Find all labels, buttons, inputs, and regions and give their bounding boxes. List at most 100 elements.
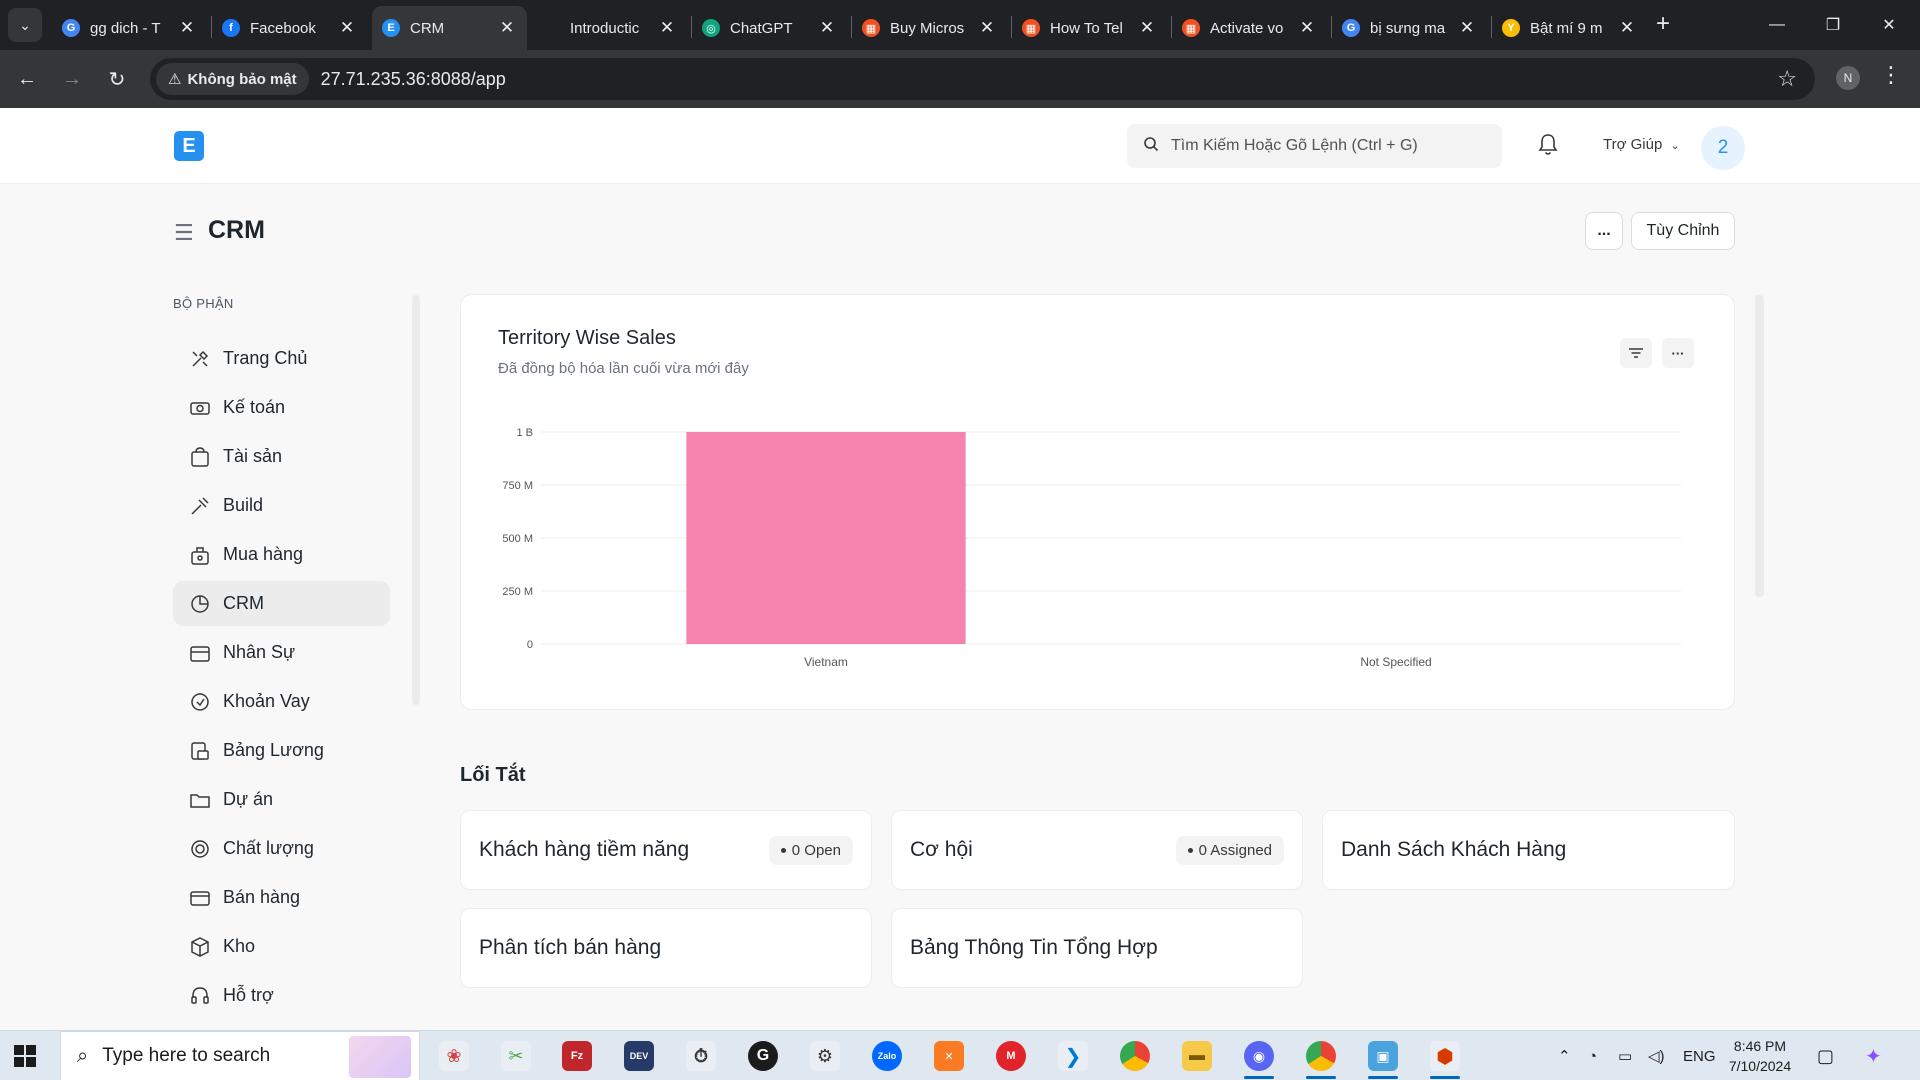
wifi-icon[interactable]: ◔ <box>1588 1031 1597 1080</box>
sidebar-item-bảng-lương[interactable]: Bảng Lương <box>173 728 390 773</box>
language-indicator[interactable]: ENG <box>1683 1031 1716 1080</box>
browser-tab[interactable]: Introductic ✕ <box>532 6 687 50</box>
office-icon[interactable]: ⬢ <box>1430 1041 1460 1079</box>
security-chip[interactable]: ⚠ Không bảo mật <box>156 63 309 95</box>
sidebar: Trang Chủ Kế toán Tài sản Build Mua hàng CRM N… <box>173 336 390 1022</box>
sidebar-item-build[interactable]: Build <box>173 483 390 528</box>
shortcut-card[interactable]: Phân tích bán hàng <box>460 908 872 988</box>
more-actions-button[interactable]: ... <box>1585 212 1623 250</box>
help-dropdown[interactable]: Trợ Giúp ⌄ <box>1603 136 1680 153</box>
shortcut-card[interactable]: Danh Sách Khách Hàng <box>1322 810 1735 890</box>
battery-icon[interactable]: ▭ <box>1618 1031 1632 1080</box>
chrome-profile-icon[interactable] <box>1306 1041 1336 1079</box>
address-bar[interactable]: ⚠ Không bảo mật 27.71.235.36:8088/app ☆ <box>150 58 1815 100</box>
bookmark-star-icon[interactable]: ☆ <box>1777 66 1797 92</box>
page-scrollbar[interactable] <box>1755 295 1764 597</box>
url-text[interactable]: 27.71.235.36:8088/app <box>321 69 506 90</box>
tab-close-icon[interactable]: ✕ <box>817 18 837 38</box>
shortcut-card[interactable]: Bảng Thông Tin Tổng Hợp <box>891 908 1303 988</box>
tab-close-icon[interactable]: ✕ <box>1617 18 1637 38</box>
show-hidden-icons[interactable]: ⌃ <box>1558 1031 1571 1080</box>
awesomebar-search-input[interactable]: Tìm Kiếm Hoặc Gõ Lệnh (Ctrl + G) <box>1127 124 1502 168</box>
sidebar-item-nhân-sự[interactable]: Nhân Sự <box>173 630 390 675</box>
sidebar-item-dự-án[interactable]: Dự án <box>173 777 390 822</box>
clock-app-icon[interactable]: ⏱ <box>686 1041 716 1071</box>
tab-close-icon[interactable]: ✕ <box>1297 18 1317 38</box>
tab-close-icon[interactable]: ✕ <box>177 18 197 38</box>
snipping-tool-icon[interactable]: ✂ <box>501 1041 531 1071</box>
tab-title: Introductic <box>570 19 640 37</box>
paint-app-icon[interactable]: ❀ <box>439 1041 469 1071</box>
clock-date: 7/10/2024 <box>1728 1058 1792 1074</box>
sidebar-item-khoản-vay[interactable]: Khoản Vay <box>173 679 390 724</box>
devcpp-icon[interactable]: DEV <box>624 1041 654 1071</box>
vscode-icon[interactable]: ❯ <box>1058 1041 1088 1071</box>
browser-tab[interactable]: f Facebook ✕ <box>212 6 367 50</box>
sidebar-item-kho[interactable]: Kho <box>173 924 390 969</box>
shortcut-card[interactable]: Khách hàng tiềm năng 0 Open <box>460 810 872 890</box>
id-card-icon <box>189 642 211 664</box>
minimize-icon[interactable]: — <box>1749 0 1805 50</box>
chart-bar <box>686 432 966 644</box>
taskbar-clock[interactable]: 8:46 PM 7/10/2024 <box>1720 1036 1800 1076</box>
x-tick-label: Not Specified <box>1360 655 1431 669</box>
xampp-icon[interactable]: ✕ <box>934 1041 964 1071</box>
tab-close-icon[interactable]: ✕ <box>657 18 677 38</box>
tab-separator <box>1491 16 1492 38</box>
sidebar-item-tài-sản[interactable]: Tài sản <box>173 434 390 479</box>
browser-tab[interactable]: Gbị sưng ma ✕ <box>1332 6 1487 50</box>
sidebar-item-hỗ-trợ[interactable]: Hỗ trợ <box>173 973 390 1018</box>
restore-icon[interactable]: ❐ <box>1805 0 1861 50</box>
sidebar-toggle-icon[interactable]: ☰ <box>174 220 194 246</box>
tab-search-button[interactable]: ⌄ <box>8 8 42 42</box>
taskbar-search-input[interactable]: ⌕ Type here to search <box>60 1031 420 1080</box>
browser-tab[interactable]: ▦ Buy Micros ✕ <box>852 6 1007 50</box>
tab-close-icon[interactable]: ✕ <box>977 18 997 38</box>
tab-close-icon[interactable]: ✕ <box>1137 18 1157 38</box>
volume-icon[interactable]: ◁) <box>1648 1031 1665 1080</box>
close-window-icon[interactable]: ✕ <box>1861 0 1917 50</box>
card-icon <box>189 887 211 909</box>
customize-button[interactable]: Tùy Chỉnh <box>1631 212 1735 250</box>
sidebar-item-crm[interactable]: CRM <box>173 581 390 626</box>
remote-desktop-icon[interactable]: ▣ <box>1368 1041 1398 1079</box>
app-logo[interactable]: E <box>174 131 204 161</box>
badge-dot-icon <box>780 847 786 853</box>
sidebar-item-trang-chủ[interactable]: Trang Chủ <box>173 336 390 381</box>
y-tick-label: 500 M <box>502 533 533 545</box>
profile-avatar[interactable]: N <box>1836 66 1860 90</box>
sidebar-scrollbar[interactable] <box>412 295 420 705</box>
browser-tab[interactable]: Y Bật mí 9 m ✕ <box>1492 6 1647 50</box>
tab-close-icon[interactable]: ✕ <box>1457 18 1477 38</box>
filezilla-icon[interactable]: Fz <box>562 1041 592 1071</box>
new-tab-button[interactable]: + <box>1649 10 1677 38</box>
browser-tab[interactable]: ▦ How To Tel ✕ <box>1012 6 1167 50</box>
windows-start-icon[interactable] <box>14 1045 36 1067</box>
tab-close-icon[interactable]: ✕ <box>497 18 517 38</box>
notification-bell-icon[interactable] <box>1537 133 1559 163</box>
notification-center-icon[interactable]: ▢ <box>1817 1031 1834 1080</box>
browser-tab[interactable]: ▦ Activate vo ✕ <box>1172 6 1327 50</box>
user-avatar[interactable]: 2 <box>1701 126 1745 170</box>
sidebar-item-bán-hàng[interactable]: Bán hàng <box>173 875 390 920</box>
mcafee-icon[interactable]: M <box>996 1041 1026 1071</box>
back-button[interactable]: ← <box>10 62 44 96</box>
grammarly-icon[interactable]: G <box>748 1041 778 1071</box>
copilot-icon[interactable]: ✦ <box>1865 1031 1882 1080</box>
tab-close-icon[interactable]: ✕ <box>337 18 357 38</box>
file-explorer-icon[interactable]: ▬ <box>1182 1041 1212 1071</box>
browser-tab[interactable]: ◎ ChatGPT ✕ <box>692 6 847 50</box>
browser-tab[interactable]: E CRM ✕ <box>372 6 527 50</box>
browser-tab[interactable]: Ggg dich - T ✕ <box>52 6 207 50</box>
reload-button[interactable]: ↻ <box>100 62 134 96</box>
browser-menu-icon[interactable]: ⋮ <box>1880 62 1902 88</box>
shortcut-card[interactable]: Cơ hội 0 Assigned <box>891 810 1303 890</box>
zalo-icon[interactable]: Zalo <box>872 1041 902 1071</box>
chrome-icon[interactable] <box>1120 1041 1150 1071</box>
sidebar-item-kế-toán[interactable]: Kế toán <box>173 385 390 430</box>
sidebar-item-mua-hàng[interactable]: Mua hàng <box>173 532 390 577</box>
forward-button[interactable]: → <box>55 62 89 96</box>
settings-gear-icon[interactable]: ⚙ <box>810 1041 840 1071</box>
discord-icon[interactable]: ◉ <box>1244 1041 1274 1079</box>
sidebar-item-chất-lượng[interactable]: Chất lượng <box>173 826 390 871</box>
